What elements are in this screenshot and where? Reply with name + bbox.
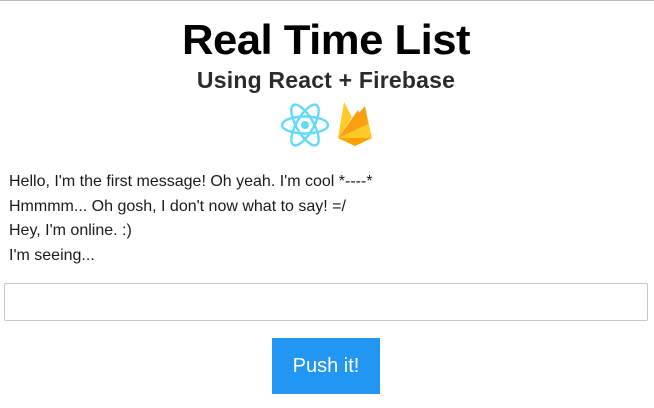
logos bbox=[277, 100, 377, 150]
page-title: Real Time List bbox=[181, 16, 471, 63]
list-item: Hello, I'm the first message! Oh yeah. I… bbox=[9, 173, 373, 190]
list-item: Hmmmm... Oh gosh, I don't now what to sa… bbox=[9, 197, 346, 215]
message-input[interactable] bbox=[4, 283, 648, 321]
list-item: I'm seeing... bbox=[9, 246, 95, 264]
firebase-flame-icon bbox=[338, 102, 372, 146]
list-item: Hey, I'm online. :) bbox=[9, 222, 132, 239]
push-button[interactable]: Push it! bbox=[272, 338, 380, 394]
page-subtitle: Using React + Firebase bbox=[196, 67, 456, 93]
header-banner: Real Time List Using React + Firebase bbox=[172, 10, 480, 147]
react-atom-icon bbox=[280, 103, 330, 147]
top-border bbox=[0, 0, 654, 1]
message-list: Hello, I'm the first message! Oh yeah. I… bbox=[9, 170, 639, 268]
